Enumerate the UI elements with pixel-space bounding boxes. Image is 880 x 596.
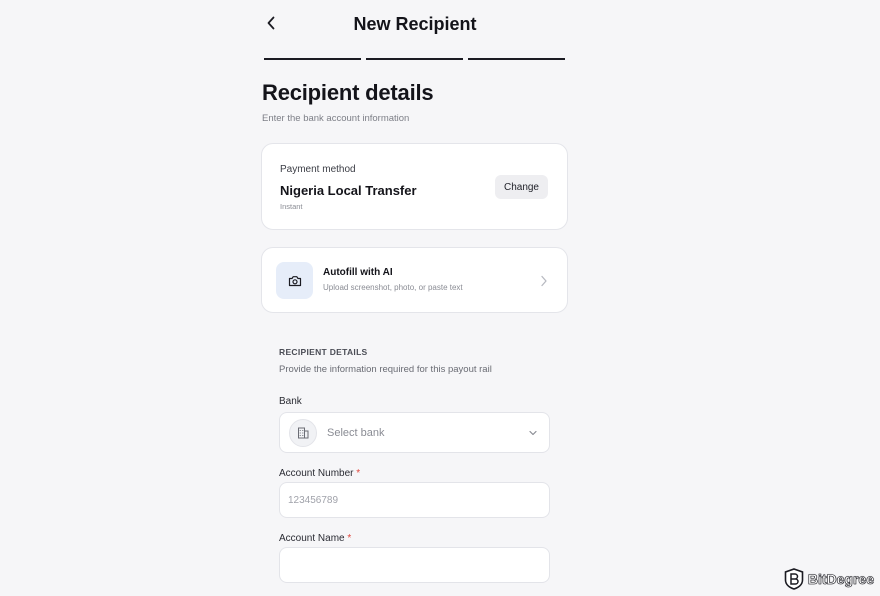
payment-method-speed: Instant xyxy=(280,202,303,211)
camera-icon xyxy=(288,275,301,286)
payment-method-value: Nigeria Local Transfer xyxy=(280,183,417,198)
required-mark: * xyxy=(347,533,352,544)
autofill-subtitle: Upload screenshot, photo, or paste text xyxy=(323,283,463,292)
bitdegree-logo-icon xyxy=(784,568,804,590)
watermark: BitDegree xyxy=(784,567,874,591)
recipient-details-header: RECIPIENT DETAILS xyxy=(279,347,368,357)
autofill-ai-card[interactable]: Autofill with AI Upload screenshot, phot… xyxy=(261,247,568,313)
page-header: New Recipient xyxy=(0,0,880,50)
autofill-title: Autofill with AI xyxy=(323,267,393,278)
bank-icon-badge xyxy=(289,419,317,447)
account-number-label-text: Account Number xyxy=(279,468,354,479)
required-mark: * xyxy=(356,468,361,479)
autofill-icon-box xyxy=(276,262,313,299)
progress-step xyxy=(468,58,565,60)
chevron-right-icon xyxy=(541,275,547,287)
bank-label: Bank xyxy=(279,396,302,407)
change-payment-method-button[interactable]: Change xyxy=(494,175,548,199)
account-name-input[interactable] xyxy=(279,547,550,583)
progress-steps xyxy=(264,58,565,60)
payment-method-card: Payment method Nigeria Local Transfer In… xyxy=(261,143,568,230)
account-name-label: Account Name * xyxy=(279,533,351,544)
account-number-label: Account Number * xyxy=(279,468,360,479)
bank-select[interactable]: Select bank xyxy=(279,412,550,453)
progress-step xyxy=(366,58,463,60)
bank-icon xyxy=(298,427,309,439)
section-subtitle: Enter the bank account information xyxy=(262,113,410,124)
progress-step xyxy=(264,58,361,60)
chevron-down-icon xyxy=(529,430,537,436)
bank-select-placeholder: Select bank xyxy=(327,427,385,439)
page-title: New Recipient xyxy=(353,14,477,34)
payment-method-label: Payment method xyxy=(280,164,356,175)
recipient-details-subtitle: Provide the information required for thi… xyxy=(279,364,492,375)
account-name-label-text: Account Name xyxy=(279,533,345,544)
section-title: Recipient details xyxy=(262,80,434,105)
account-number-input[interactable] xyxy=(279,482,550,518)
watermark-text: BitDegree xyxy=(807,571,875,588)
